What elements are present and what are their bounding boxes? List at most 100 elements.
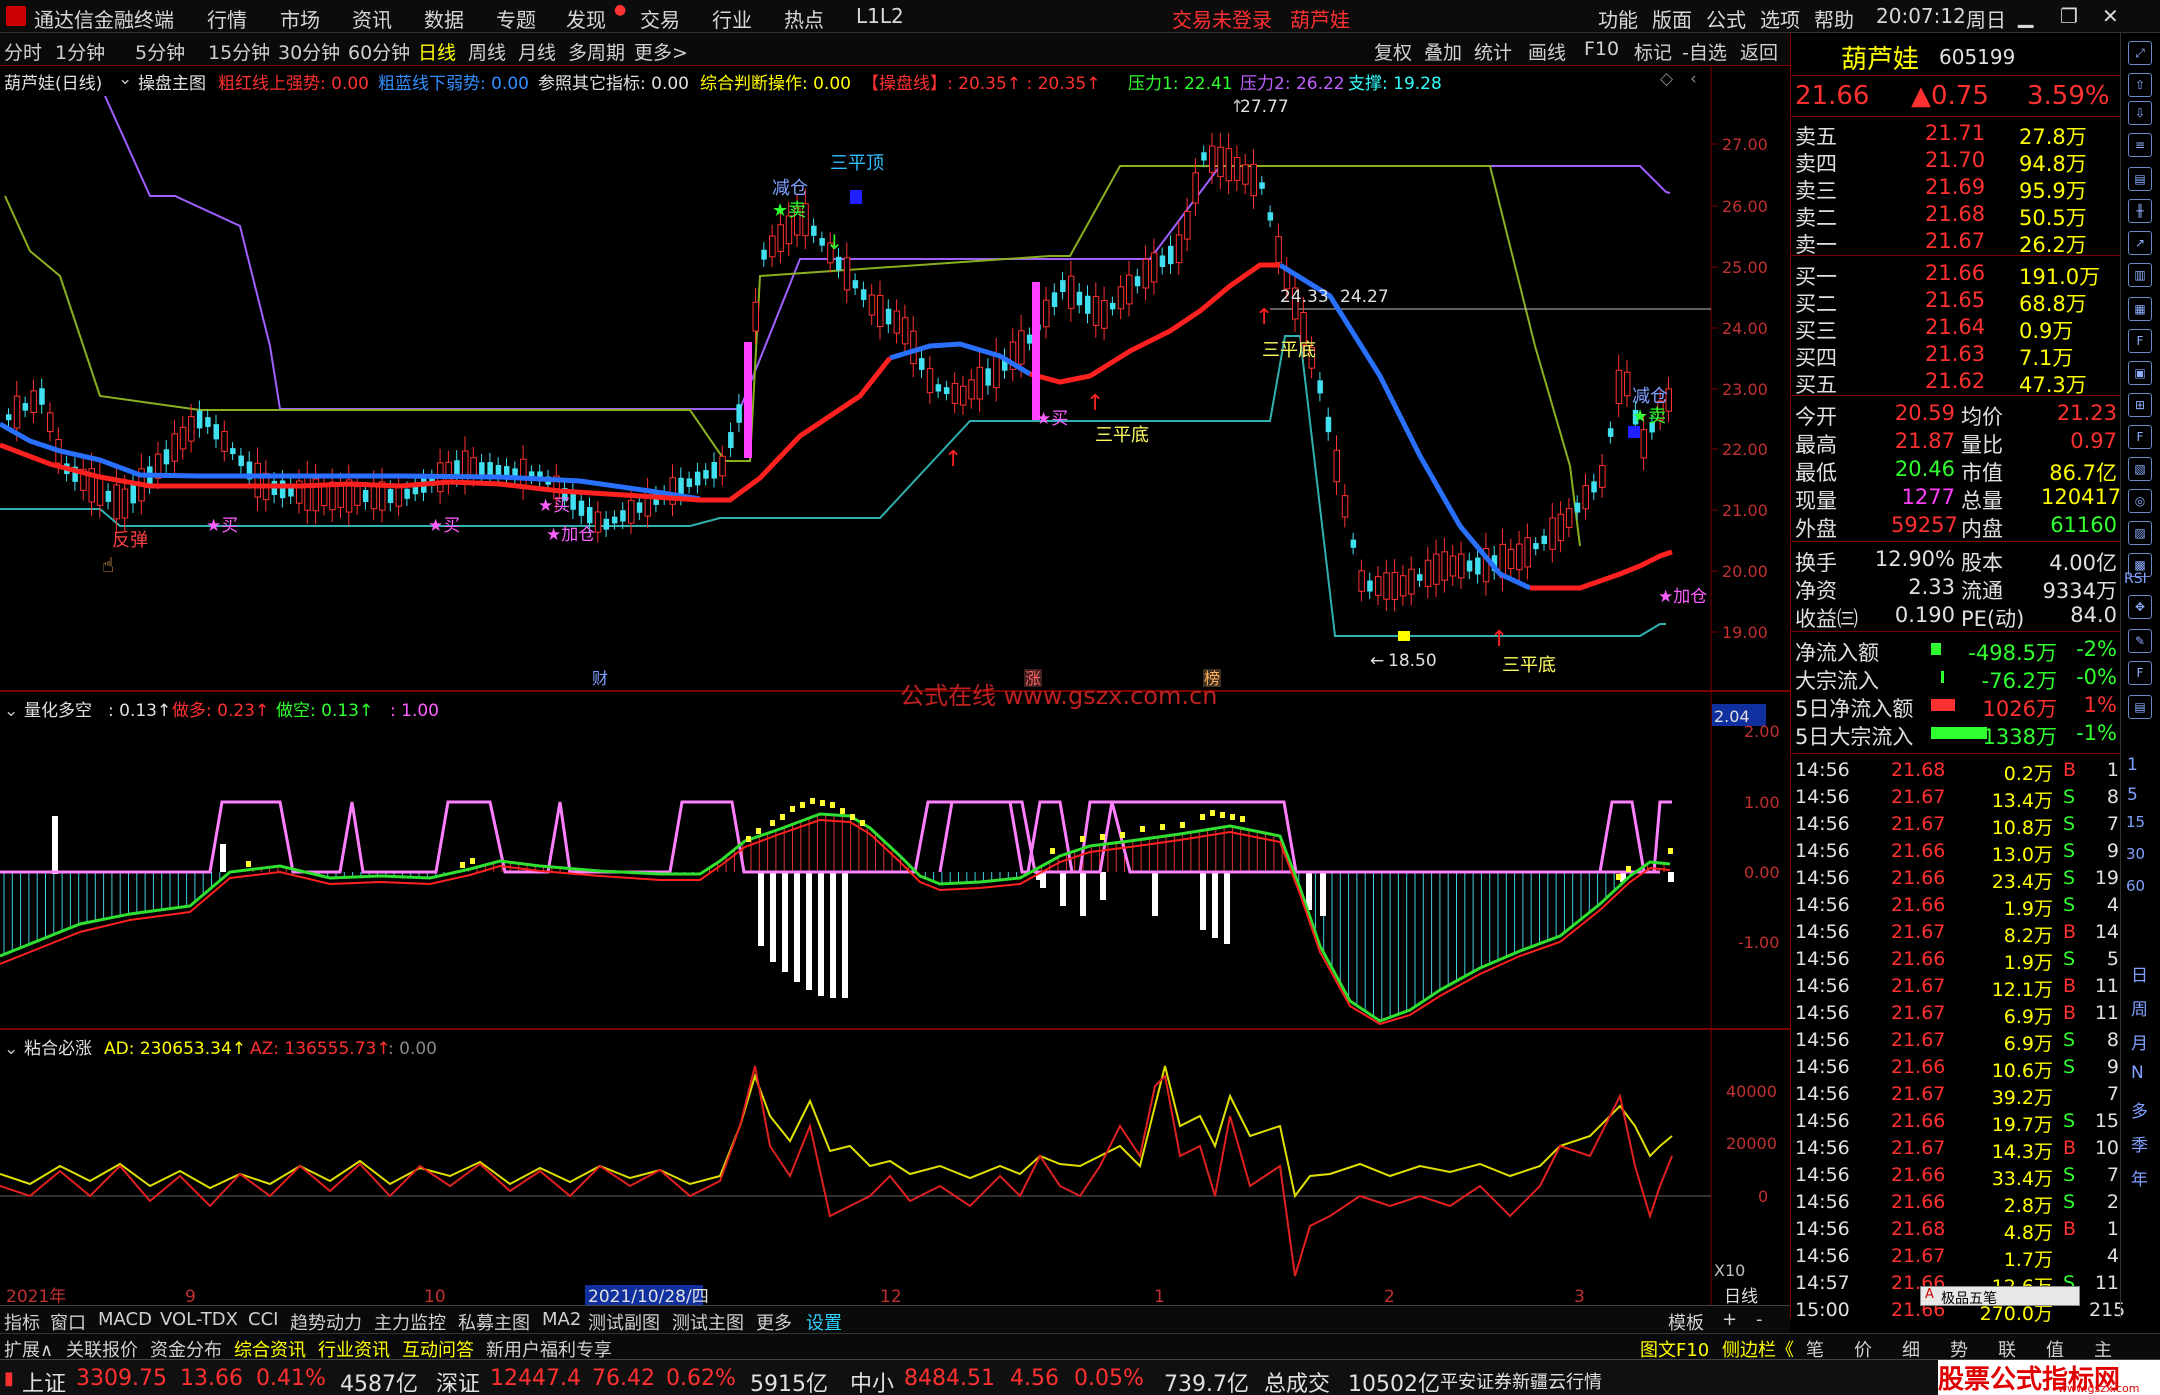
- menu-gongshi[interactable]: 公式: [1706, 4, 1746, 33]
- tab-test-main[interactable]: 测试主图: [672, 1309, 744, 1335]
- period-fenshi[interactable]: 分时: [4, 38, 42, 65]
- pen-icon[interactable]: ✎: [2128, 629, 2152, 653]
- chart-icon[interactable]: ▤: [2128, 167, 2152, 191]
- menu-shuju[interactable]: 数据: [424, 4, 464, 33]
- sh-label[interactable]: 上证: [22, 1366, 66, 1395]
- zoom-icon[interactable]: ⤢: [2128, 41, 2152, 65]
- table-icon[interactable]: ▦: [2128, 297, 2152, 321]
- menu-l1l2[interactable]: L1L2: [856, 4, 904, 28]
- ask-row[interactable]: 卖一 21.67 26.2万: [1791, 227, 2119, 257]
- info-icon[interactable]: ▨: [2128, 521, 2152, 545]
- menu-redian[interactable]: 热点: [784, 4, 824, 33]
- tab-macd[interactable]: MACD: [98, 1309, 152, 1330]
- side-5min[interactable]: 5: [2127, 785, 2138, 805]
- period-week[interactable]: 周线: [468, 38, 506, 65]
- period-multi[interactable]: 多周期: [568, 38, 625, 65]
- period-month[interactable]: 月线: [518, 38, 556, 65]
- down-icon[interactable]: ⇩: [2128, 101, 2152, 125]
- close-icon[interactable]: ✕: [2102, 4, 2119, 28]
- sub2-name[interactable]: 粘合必涨: [24, 1039, 92, 1059]
- tab-zhibiao[interactable]: 指标: [4, 1309, 40, 1335]
- menu-jiaoyi[interactable]: 交易: [640, 4, 680, 33]
- up-icon[interactable]: ⇧: [2128, 73, 2152, 97]
- layers-icon[interactable]: ▤: [2128, 695, 2152, 719]
- ring-icon[interactable]: ◎: [2128, 489, 2152, 513]
- tab-ma2[interactable]: MA2: [542, 1309, 581, 1330]
- side-label-rsi[interactable]: RSI: [2124, 571, 2147, 587]
- cross-icon[interactable]: ✥: [2128, 595, 2152, 619]
- ime-bar[interactable]: A 极品五笔: [1920, 1286, 2080, 1307]
- formula-icon[interactable]: F: [2128, 661, 2152, 685]
- btn-huaxian[interactable]: 画线: [1528, 38, 1566, 65]
- period-60min[interactable]: 60分钟: [348, 38, 410, 65]
- side-n[interactable]: N: [2131, 1063, 2144, 1083]
- side-15min[interactable]: 15: [2126, 813, 2145, 831]
- period-30min[interactable]: 30分钟: [278, 38, 340, 65]
- trend-icon[interactable]: ↗: [2128, 231, 2152, 255]
- tab-simu[interactable]: 私募主图: [458, 1309, 530, 1335]
- side-30min[interactable]: 30: [2126, 845, 2145, 863]
- period-1min[interactable]: 1分钟: [55, 38, 105, 65]
- ask-row[interactable]: 卖四 21.70 94.8万: [1791, 146, 2119, 176]
- btn-fanhui[interactable]: 返回: [1740, 38, 1778, 65]
- menu-faxian[interactable]: 发现: [566, 4, 606, 33]
- side-year[interactable]: 年: [2131, 1165, 2148, 1190]
- bid-row[interactable]: 买四 21.63 7.1万: [1791, 340, 2119, 370]
- remove-pane-button[interactable]: -: [1756, 1309, 1763, 1330]
- period-15min[interactable]: 15分钟: [208, 38, 270, 65]
- btn-diejia[interactable]: 叠加: [1424, 38, 1462, 65]
- period-more[interactable]: 更多>: [634, 38, 688, 65]
- side-month[interactable]: 月: [2131, 1029, 2148, 1054]
- fs-icon[interactable]: F: [2128, 425, 2152, 449]
- bid-row[interactable]: 买三 21.64 0.9万: [1791, 313, 2119, 343]
- minimize-icon[interactable]: ▁: [2018, 4, 2033, 28]
- bars-icon[interactable]: ▥: [2128, 263, 2152, 287]
- cai-event-label[interactable]: 财: [592, 669, 608, 688]
- tab-chuangkou[interactable]: 窗口: [50, 1309, 86, 1335]
- tab-settings[interactable]: 设置: [806, 1309, 842, 1335]
- list-icon[interactable]: ≡: [2128, 133, 2152, 157]
- side-day[interactable]: 日: [2131, 961, 2148, 986]
- bid-row[interactable]: 买一 21.66 191.0万: [1791, 259, 2119, 289]
- f10-icon[interactable]: F: [2128, 329, 2152, 353]
- restore-icon[interactable]: ❐: [2060, 4, 2078, 28]
- side-1min[interactable]: 1: [2127, 755, 2138, 775]
- tab-test-sub[interactable]: 测试副图: [588, 1309, 660, 1335]
- side-multi[interactable]: 多: [2131, 1097, 2148, 1122]
- side-week[interactable]: 周: [2131, 995, 2148, 1020]
- menu-banmian[interactable]: 版面: [1652, 4, 1692, 33]
- sub1-name[interactable]: 量化多空: [24, 701, 92, 721]
- menu-hangqing[interactable]: 行情: [207, 4, 247, 33]
- menu-xuanxiang[interactable]: 选项: [1760, 4, 1800, 33]
- tab-more[interactable]: 更多: [756, 1309, 792, 1335]
- btn-tongji[interactable]: 统计: [1474, 38, 1512, 65]
- grid-icon[interactable]: ⊞: [2128, 393, 2152, 417]
- tab-qushi[interactable]: 趋势动力: [290, 1309, 362, 1335]
- tab-cci[interactable]: CCI: [248, 1309, 278, 1330]
- bid-row[interactable]: 买五 21.62 47.3万: [1791, 367, 2119, 397]
- menu-shichang[interactable]: 市场: [280, 4, 320, 33]
- btn-biaoji[interactable]: 标记: [1634, 38, 1672, 65]
- template-button[interactable]: 模板: [1668, 1309, 1704, 1335]
- menu-zhuanti[interactable]: 专题: [496, 4, 536, 33]
- sub1-chevron-icon[interactable]: ⌄: [4, 701, 18, 721]
- btn-zixuan[interactable]: -自选: [1682, 38, 1727, 65]
- zx-label[interactable]: 中小: [850, 1366, 894, 1395]
- menu-gongneng[interactable]: 功能: [1598, 4, 1638, 33]
- sz-label[interactable]: 深证: [436, 1366, 480, 1395]
- ask-row[interactable]: 卖五 21.71 27.8万: [1791, 119, 2119, 149]
- add-pane-button[interactable]: +: [1722, 1309, 1737, 1330]
- sub2-chevron-icon[interactable]: ⌄: [4, 1039, 18, 1059]
- side-60min[interactable]: 60: [2126, 877, 2145, 895]
- side-season[interactable]: 季: [2131, 1131, 2148, 1156]
- menu-hangye[interactable]: 行业: [712, 4, 752, 33]
- period-5min[interactable]: 5分钟: [135, 38, 185, 65]
- ask-row[interactable]: 卖二 21.68 50.5万: [1791, 200, 2119, 230]
- tab-vol-tdx[interactable]: VOL-TDX: [160, 1309, 238, 1330]
- tab-zhuli[interactable]: 主力监控: [374, 1309, 446, 1335]
- trade-login-status[interactable]: 交易未登录: [1172, 4, 1272, 33]
- ask-row[interactable]: 卖三 21.69 95.9万: [1791, 173, 2119, 203]
- period-day[interactable]: 日线: [418, 38, 456, 65]
- menu-bangzhu[interactable]: 帮助: [1814, 4, 1854, 33]
- btn-f10[interactable]: F10: [1584, 38, 1619, 60]
